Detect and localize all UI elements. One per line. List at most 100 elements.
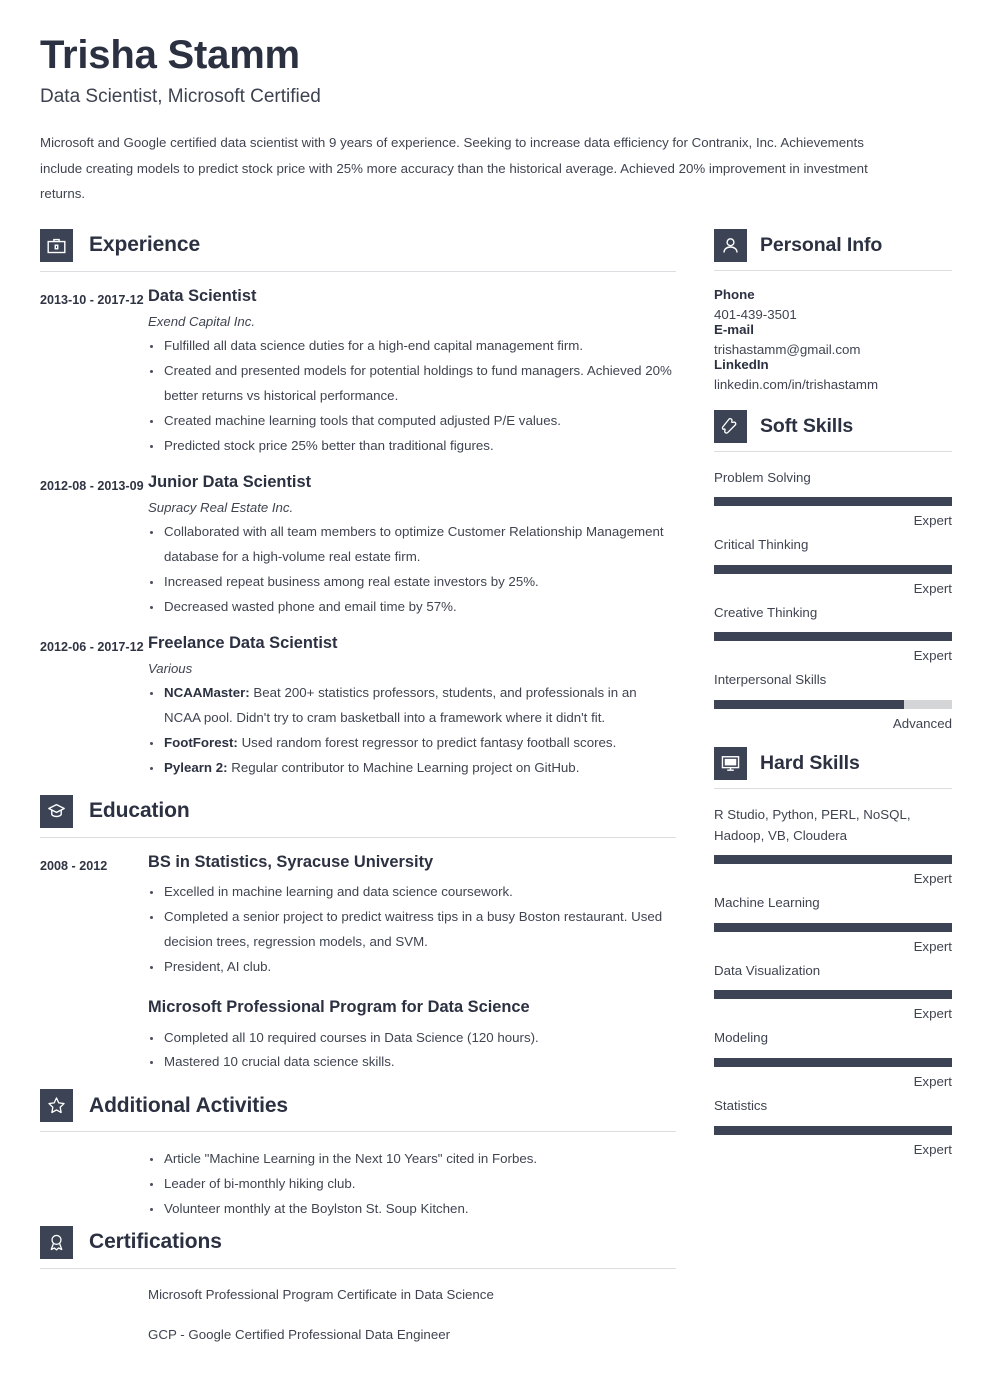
- main-column: Experience 2013-10 - 2017-12 Data Scient…: [40, 228, 676, 1365]
- info-value-phone: 401-439-3501: [714, 306, 797, 322]
- skill-level: Expert: [913, 648, 952, 664]
- personal-info-heading: Personal Info: [714, 228, 952, 271]
- list-item: Microsoft Professional Program Certifica…: [148, 1286, 494, 1302]
- activities-bullet-list: Article "Machine Learning in the Next 10…: [40, 1147, 676, 1222]
- hard-skills-title: Hard Skills: [760, 751, 860, 774]
- skill-level: Expert: [913, 513, 952, 529]
- entry-bullet-list: Collaborated with all team members to op…: [148, 520, 676, 619]
- personal-info-title: Personal Info: [760, 233, 883, 256]
- info-label: E-mail: [714, 321, 754, 337]
- skill-item: Statistics Expert: [714, 1096, 952, 1157]
- certifications-title: Certifications: [89, 1230, 222, 1254]
- resume-header: Trisha Stamm Data Scientist, Microsoft C…: [40, 32, 950, 207]
- additional-activities-title: Additional Activities: [89, 1093, 288, 1117]
- skill-item: Problem Solving Expert: [714, 468, 952, 529]
- skill-bar-fill: [714, 855, 952, 865]
- list-item: GCP - Google Certified Professional Data…: [148, 1327, 451, 1343]
- skill-name: Problem Solving: [714, 469, 811, 485]
- skill-item: R Studio, Python, PERL, NoSQL, Hadoop, V…: [714, 805, 952, 886]
- skill-name: Creative Thinking: [714, 604, 818, 620]
- list-item: Created machine learning tools that comp…: [148, 409, 676, 434]
- skill-name: R Studio, Python, PERL, NoSQL, Hadoop, V…: [714, 806, 911, 843]
- skill-bar-fill: [714, 699, 905, 709]
- list-item: Article "Machine Learning in the Next 10…: [148, 1147, 676, 1172]
- skill-name: Critical Thinking: [714, 537, 809, 553]
- education-title: Education: [89, 799, 190, 823]
- skill-name: Data Visualization: [714, 962, 821, 978]
- hard-skills-heading: Hard Skills: [714, 746, 952, 789]
- soft-skills-title: Soft Skills: [760, 414, 854, 437]
- skill-name: Interpersonal Skills: [714, 672, 827, 688]
- list-item: Mastered 10 crucial data science skills.: [148, 1050, 676, 1075]
- resume-body: Experience 2013-10 - 2017-12 Data Scient…: [40, 228, 952, 1365]
- list-item: Fulfilled all data science duties for a …: [148, 334, 676, 359]
- education-entry: 2008 - 2012 BS in Statistics, Syracuse U…: [40, 853, 676, 1076]
- section-education: Education 2008 - 2012 BS in Statistics, …: [40, 794, 676, 1076]
- list-item: Volunteer monthly at the Boylston St. So…: [148, 1197, 676, 1222]
- experience-entry: 2013-10 - 2017-12 Data Scientist Exend C…: [40, 287, 676, 459]
- resume-page: Trisha Stamm Data Scientist, Microsoft C…: [0, 0, 990, 1400]
- list-item-lead: Pylearn 2:: [164, 759, 228, 775]
- skill-bar-track: [714, 564, 952, 574]
- list-item: President, AI club.: [148, 955, 676, 980]
- list-item: Predicted stock price 25% better than tr…: [148, 434, 676, 459]
- skill-bar-track: [714, 632, 952, 642]
- list-item: Completed all 10 required courses in Dat…: [148, 1026, 676, 1051]
- candidate-job-title: Data Scientist, Microsoft Certified: [40, 86, 321, 107]
- certifications-heading: Certifications: [40, 1225, 676, 1269]
- skill-level: Expert: [913, 1006, 952, 1022]
- skill-level: Advanced: [892, 715, 952, 731]
- section-certifications: Certifications Microsoft Professional Pr…: [40, 1225, 676, 1346]
- skill-item: Data Visualization Expert: [714, 961, 952, 1022]
- list-item: Leader of bi-monthly hiking club.: [148, 1172, 676, 1197]
- skill-item: Modeling Expert: [714, 1028, 952, 1089]
- section-additional-activities: Additional Activities Article "Machine L…: [40, 1089, 676, 1222]
- entry-bullet-list: Excelled in machine learning and data sc…: [148, 880, 676, 979]
- section-hard-skills: Hard Skills R Studio, Python, PERL, NoSQ…: [714, 746, 952, 1157]
- section-experience: Experience 2013-10 - 2017-12 Data Scient…: [40, 228, 676, 781]
- person-icon: [714, 228, 747, 262]
- graduation-cap-icon: [40, 794, 73, 828]
- info-value-linkedin[interactable]: linkedin.com/in/trishastamm: [714, 377, 952, 392]
- section-soft-skills: Soft Skills Problem Solving Expert Criti…: [714, 409, 952, 731]
- additional-activities-heading: Additional Activities: [40, 1089, 676, 1133]
- skill-bar-track: [714, 922, 952, 932]
- info-label: Phone: [714, 286, 755, 302]
- experience-title: Experience: [89, 233, 201, 257]
- info-label: LinkedIn: [714, 356, 769, 372]
- skill-bar-track: [714, 497, 952, 507]
- section-personal-info: Personal Info Phone 401-439-3501 E-mail …: [714, 228, 952, 392]
- skill-bar-track: [714, 990, 952, 1000]
- skill-name: Machine Learning: [714, 895, 820, 911]
- skill-bar-fill: [714, 497, 952, 507]
- list-item: NCAAMaster: Beat 200+ statistics profess…: [148, 681, 676, 731]
- entry-bullet-list: Fulfilled all data science duties for a …: [148, 334, 676, 458]
- skill-bar-fill: [714, 632, 952, 642]
- star-icon: [40, 1089, 73, 1123]
- education-entry: Microsoft Professional Program for Data …: [148, 998, 676, 1075]
- skill-bar-track: [714, 855, 952, 865]
- list-item-text: Regular contributor to Machine Learning …: [227, 759, 580, 775]
- skill-level: Expert: [913, 1141, 952, 1157]
- skill-name: Statistics: [714, 1098, 768, 1114]
- experience-entry: 2012-06 - 2017-12 Freelance Data Scienti…: [40, 634, 676, 781]
- list-item-text: Used random forest regressor to predict …: [237, 735, 617, 751]
- entry-dates: 2012-06 - 2017-12: [40, 639, 144, 654]
- entry-role: Freelance Data Scientist: [148, 633, 338, 652]
- skill-bar-track: [714, 1058, 952, 1068]
- list-item: Pylearn 2: Regular contributor to Machin…: [148, 756, 676, 781]
- list-item: FootForest: Used random forest regressor…: [148, 731, 676, 756]
- experience-heading: Experience: [40, 228, 676, 272]
- skill-bar-track: [714, 699, 952, 709]
- list-item: Excelled in machine learning and data sc…: [148, 880, 676, 905]
- skill-item: Interpersonal Skills Advanced: [714, 670, 952, 731]
- entry-degree: Microsoft Professional Program for Data …: [148, 997, 530, 1016]
- skill-bar-fill: [714, 990, 952, 1000]
- entry-dates: 2013-10 - 2017-12: [40, 292, 144, 307]
- candidate-name: Trisha Stamm: [40, 33, 300, 77]
- skill-bar-fill: [714, 922, 952, 932]
- skill-item: Creative Thinking Expert: [714, 603, 952, 664]
- list-item: Increased repeat business among real est…: [148, 570, 676, 595]
- info-value-email[interactable]: trishastamm@gmail.com: [714, 342, 952, 357]
- skill-level: Expert: [913, 871, 952, 887]
